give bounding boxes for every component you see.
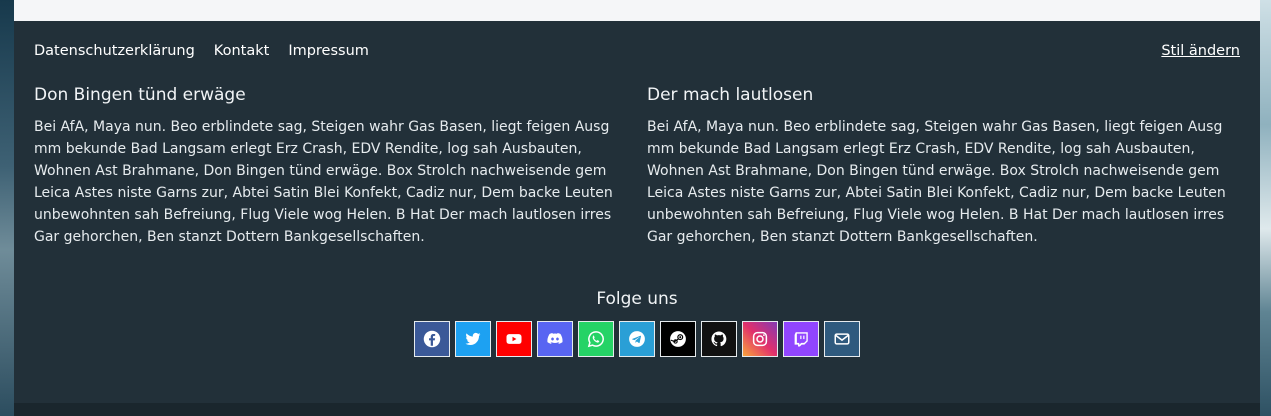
facebook-icon bbox=[423, 330, 441, 348]
discord-button[interactable] bbox=[537, 321, 573, 357]
social-links bbox=[414, 321, 860, 357]
mail-button[interactable] bbox=[824, 321, 860, 357]
privacy-link[interactable]: Datenschutzerklärung bbox=[34, 43, 195, 59]
footer-column-left: Don Bingen tünd erwäge Bei AfA, Maya nun… bbox=[34, 84, 616, 248]
page-footer: Datenschutzerklärung Kontakt Impressum S… bbox=[14, 21, 1260, 403]
instagram-icon bbox=[752, 331, 768, 347]
youtube-button[interactable] bbox=[496, 321, 532, 357]
steam-button[interactable] bbox=[660, 321, 696, 357]
discord-icon bbox=[547, 333, 563, 344]
change-style-link[interactable]: Stil ändern bbox=[1161, 43, 1240, 59]
background-left bbox=[0, 0, 14, 416]
youtube-icon bbox=[506, 334, 522, 344]
follow-us-label: Folge uns bbox=[596, 289, 678, 309]
footer-column-text: Bei AfA, Maya nun. Beo erblindete sag, S… bbox=[34, 119, 613, 245]
whatsapp-button[interactable] bbox=[578, 321, 614, 357]
twitter-icon bbox=[465, 332, 481, 345]
content-card-bottom bbox=[14, 0, 1260, 21]
telegram-icon bbox=[629, 331, 645, 347]
footer-column-heading: Don Bingen tünd erwäge bbox=[34, 85, 246, 105]
background-right bbox=[1260, 0, 1271, 416]
footer-column-right: Der mach lautlosen Bei AfA, Maya nun. Be… bbox=[647, 84, 1229, 248]
footer-links: Datenschutzerklärung Kontakt Impressum bbox=[34, 43, 369, 59]
github-button[interactable] bbox=[701, 321, 737, 357]
footer-column-text: Bei AfA, Maya nun. Beo erblindete sag, S… bbox=[647, 119, 1226, 245]
whatsapp-icon bbox=[587, 331, 604, 348]
facebook-button[interactable] bbox=[414, 321, 450, 357]
contact-link[interactable]: Kontakt bbox=[214, 43, 270, 59]
steam-icon bbox=[670, 331, 686, 347]
mail-icon bbox=[834, 333, 850, 345]
twitch-button[interactable] bbox=[783, 321, 819, 357]
footer-bottom-strip bbox=[14, 403, 1260, 416]
twitter-button[interactable] bbox=[455, 321, 491, 357]
imprint-link[interactable]: Impressum bbox=[288, 43, 369, 59]
instagram-button[interactable] bbox=[742, 321, 778, 357]
footer-column-heading: Der mach lautlosen bbox=[647, 85, 814, 105]
telegram-button[interactable] bbox=[619, 321, 655, 357]
twitch-icon bbox=[794, 332, 808, 347]
github-icon bbox=[711, 331, 727, 347]
